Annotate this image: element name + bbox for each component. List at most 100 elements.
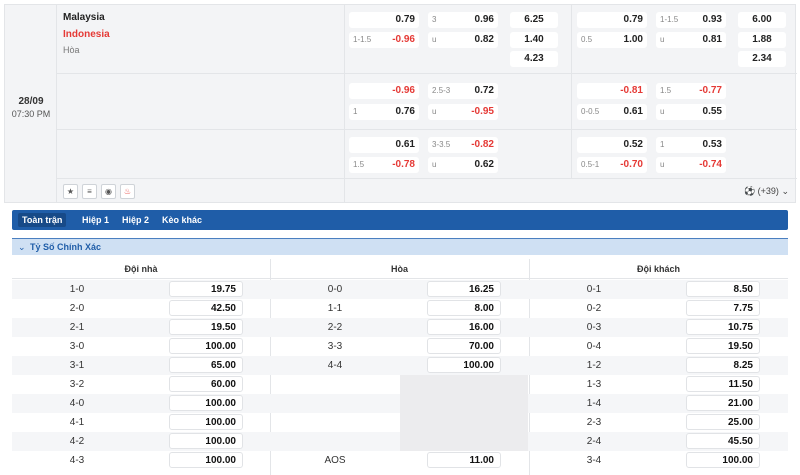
score-row-draw[interactable]: 4-4 100.00 <box>270 356 529 375</box>
over-under-odds-full[interactable]: 3 0.96 <box>428 12 498 28</box>
score-odds[interactable]: 45.50 <box>686 433 760 449</box>
score-odds[interactable]: 16.25 <box>427 281 501 297</box>
1x2-away-half[interactable]: 1.88 <box>738 32 786 48</box>
score-odds[interactable]: 7.75 <box>686 300 760 316</box>
score-row-home[interactable]: 4-0 100.00 <box>12 394 270 413</box>
handicap-odds-full[interactable]: 1-1.5 -0.96 <box>349 32 419 48</box>
score-odds[interactable]: 25.00 <box>686 414 760 430</box>
score-row-away[interactable]: 1-3 11.50 <box>529 375 788 394</box>
score-odds[interactable]: 16.00 <box>427 319 501 335</box>
tab-full-match[interactable]: Toàn trận <box>18 213 67 227</box>
handicap-odds-full[interactable]: 1.5 -0.78 <box>349 157 419 173</box>
fire-icon[interactable]: ♨ <box>120 184 135 199</box>
score-row-home[interactable]: 4-3 100.00 <box>12 451 270 470</box>
score-odds[interactable]: 60.00 <box>169 376 243 392</box>
1x2-draw-half[interactable]: 2.34 <box>738 51 786 67</box>
home-team[interactable]: Malaysia <box>63 12 105 23</box>
score-row-home[interactable]: 4-1 100.00 <box>12 413 270 432</box>
odds-value: 0.76 <box>395 106 415 117</box>
handicap-odds-half[interactable]: -0.81 <box>577 83 647 99</box>
score-row-home[interactable]: 3-1 65.00 <box>12 356 270 375</box>
score-odds[interactable]: 100.00 <box>169 452 243 468</box>
score-odds[interactable]: 65.00 <box>169 357 243 373</box>
score-row-draw[interactable]: 2-2 16.00 <box>270 318 529 337</box>
over-under-odds-half[interactable]: 1-1.5 0.93 <box>656 12 726 28</box>
score-odds[interactable]: 70.00 <box>427 338 501 354</box>
score-row-away[interactable]: 2-3 25.00 <box>529 413 788 432</box>
1x2-draw-full[interactable]: 4.23 <box>510 51 558 67</box>
handicap-odds-full[interactable]: -0.96 <box>349 83 419 99</box>
away-team[interactable]: Indonesia <box>63 29 110 40</box>
score-label: 1-0 <box>69 284 85 295</box>
star-icon[interactable]: ★ <box>63 184 78 199</box>
score-odds[interactable]: 19.50 <box>169 319 243 335</box>
score-odds[interactable]: 100.00 <box>169 395 243 411</box>
score-label: 2-4 <box>586 436 602 447</box>
score-row-draw[interactable]: AOS 11.00 <box>270 451 529 470</box>
handicap-odds-half[interactable]: 0.5-1 -0.70 <box>577 157 647 173</box>
handicap-odds-half[interactable]: 0.5 1.00 <box>577 32 647 48</box>
score-odds[interactable]: 100.00 <box>169 414 243 430</box>
over-under-odds-full[interactable]: u 0.82 <box>428 32 498 48</box>
eye-icon[interactable]: ◉ <box>101 184 116 199</box>
score-odds[interactable]: 100.00 <box>169 433 243 449</box>
handicap-odds-half[interactable]: 0.52 <box>577 137 647 153</box>
tab-half-1[interactable]: Hiệp 1 <box>78 213 113 227</box>
score-row-away[interactable]: 2-4 45.50 <box>529 432 788 451</box>
over-under-odds-half[interactable]: u 0.81 <box>656 32 726 48</box>
score-row-home[interactable]: 1-0 19.75 <box>12 280 270 299</box>
score-odds[interactable]: 19.75 <box>169 281 243 297</box>
score-row-draw[interactable]: 0-0 16.25 <box>270 280 529 299</box>
over-under-odds-full[interactable]: 2.5-3 0.72 <box>428 83 498 99</box>
score-odds[interactable]: 8.25 <box>686 357 760 373</box>
odds-value: 6.00 <box>752 14 772 25</box>
over-under-odds-half[interactable]: u 0.55 <box>656 104 726 120</box>
1x2-home-half[interactable]: 6.00 <box>738 12 786 28</box>
handicap-odds-full[interactable]: 0.79 <box>349 12 419 28</box>
over-under-odds-half[interactable]: 1 0.53 <box>656 137 726 153</box>
score-row-away[interactable]: 3-4 100.00 <box>529 451 788 470</box>
score-odds[interactable]: 42.50 <box>169 300 243 316</box>
score-row-home[interactable]: 3-2 60.00 <box>12 375 270 394</box>
score-row-draw[interactable]: 3-3 70.00 <box>270 337 529 356</box>
score-row-home[interactable]: 3-0 100.00 <box>12 337 270 356</box>
1x2-away-full[interactable]: 1.40 <box>510 32 558 48</box>
over-under-odds-full[interactable]: u 0.62 <box>428 157 498 173</box>
more-markets[interactable]: ⚽ (+39) ⌄ <box>744 186 789 197</box>
over-under-odds-full[interactable]: 3-3.5 -0.82 <box>428 137 498 153</box>
score-odds[interactable]: 100.00 <box>427 357 501 373</box>
score-odds[interactable]: 10.75 <box>686 319 760 335</box>
section-header[interactable]: ⌄ Tỷ Số Chính Xác <box>12 238 788 255</box>
score-odds[interactable]: 21.00 <box>686 395 760 411</box>
score-row-away[interactable]: 1-2 8.25 <box>529 356 788 375</box>
database-icon[interactable]: ≡ <box>82 184 97 199</box>
score-row-away[interactable]: 0-3 10.75 <box>529 318 788 337</box>
handicap-odds-full[interactable]: 0.61 <box>349 137 419 153</box>
tab-other-bets[interactable]: Kèo khác <box>158 213 206 227</box>
score-odds[interactable]: 19.50 <box>686 338 760 354</box>
over-under-odds-half[interactable]: 1.5 -0.77 <box>656 83 726 99</box>
score-odds[interactable]: 8.00 <box>427 300 501 316</box>
score-row-away[interactable]: 1-4 21.00 <box>529 394 788 413</box>
score-row-home[interactable]: 2-1 19.50 <box>12 318 270 337</box>
handicap-odds-full[interactable]: 1 0.76 <box>349 104 419 120</box>
score-odds[interactable]: 11.50 <box>686 376 760 392</box>
score-row-away[interactable]: 0-4 19.50 <box>529 337 788 356</box>
tab-half-2[interactable]: Hiệp 2 <box>118 213 153 227</box>
more-count: (+39) <box>757 186 779 196</box>
score-odds[interactable]: 100.00 <box>686 452 760 468</box>
1x2-home-full[interactable]: 6.25 <box>510 12 558 28</box>
score-row-away[interactable]: 0-2 7.75 <box>529 299 788 318</box>
handicap-line: 3 <box>432 15 437 24</box>
over-under-odds-half[interactable]: u -0.74 <box>656 157 726 173</box>
score-row-away[interactable]: 0-1 8.50 <box>529 280 788 299</box>
handicap-odds-half[interactable]: 0-0.5 0.61 <box>577 104 647 120</box>
score-row-home[interactable]: 2-0 42.50 <box>12 299 270 318</box>
handicap-odds-half[interactable]: 0.79 <box>577 12 647 28</box>
score-odds[interactable]: 11.00 <box>427 452 501 468</box>
over-under-odds-full[interactable]: u -0.95 <box>428 104 498 120</box>
score-row-home[interactable]: 4-2 100.00 <box>12 432 270 451</box>
score-odds[interactable]: 8.50 <box>686 281 760 297</box>
score-row-draw[interactable]: 1-1 8.00 <box>270 299 529 318</box>
score-odds[interactable]: 100.00 <box>169 338 243 354</box>
